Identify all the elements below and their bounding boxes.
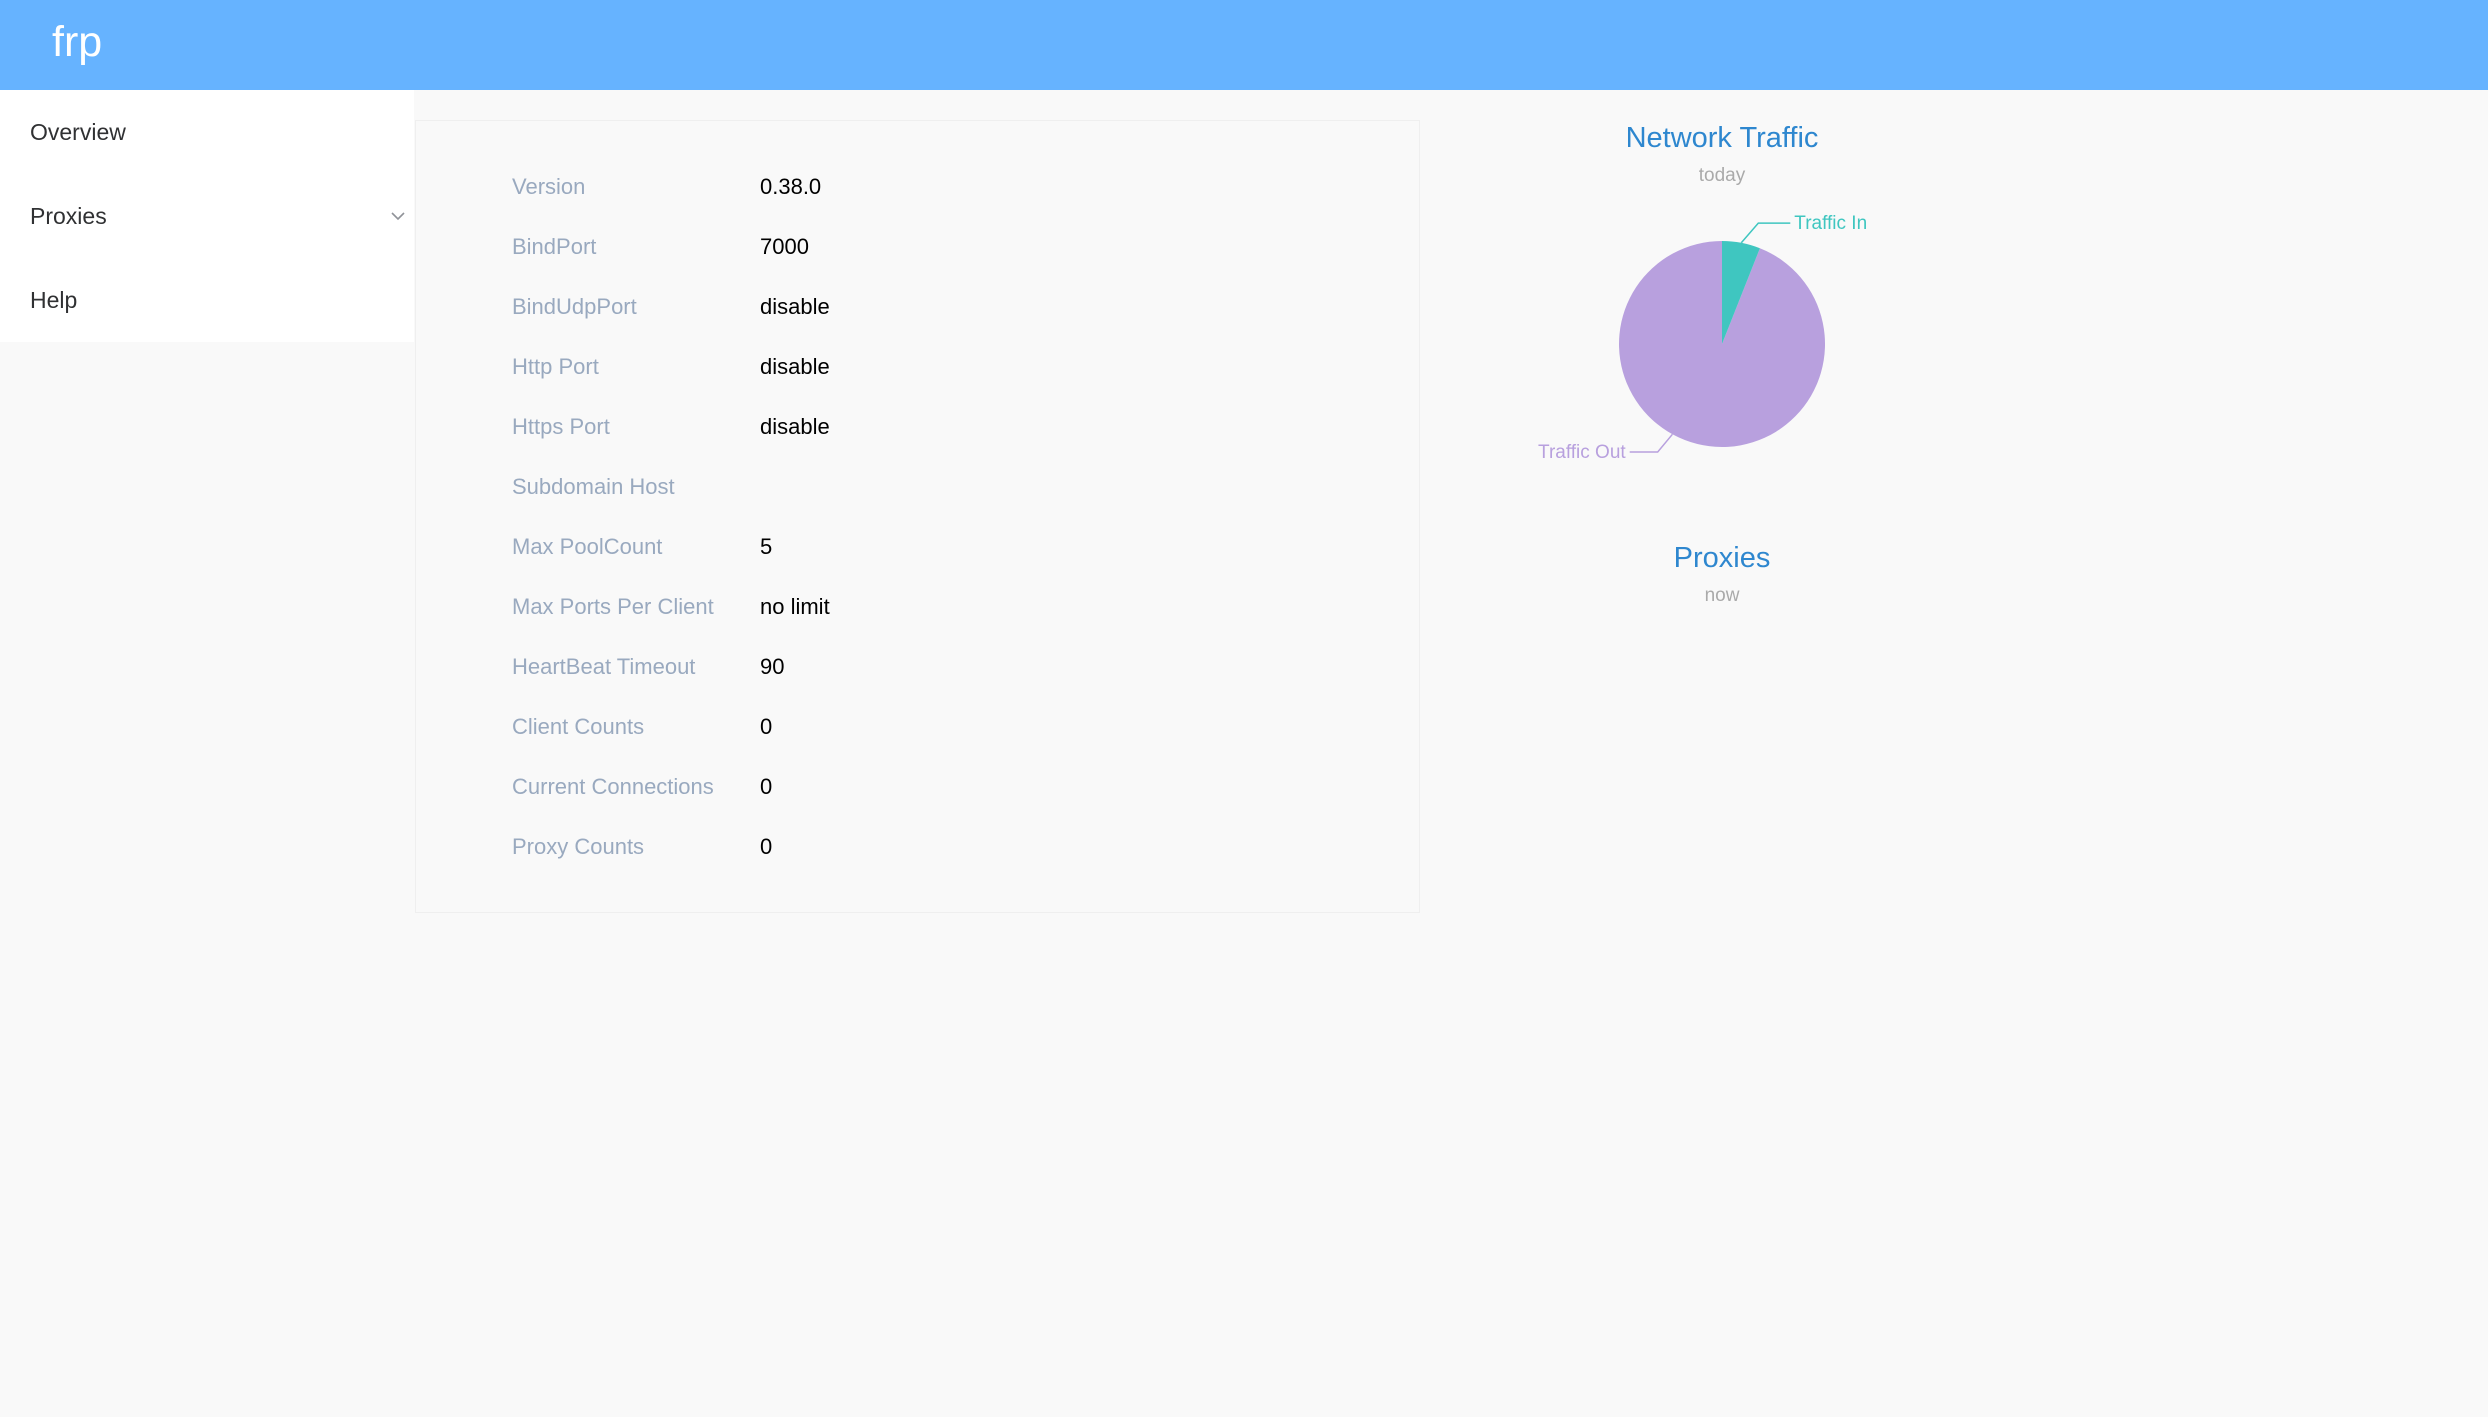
max-ports-per-client-value: no limit	[760, 594, 830, 619]
max-poolcount-value: 5	[760, 534, 773, 559]
label-line-traffic-out	[1629, 433, 1673, 453]
brand-logo[interactable]: frp	[52, 16, 102, 68]
heartbeat-timeout-label: HeartBeat Timeout	[512, 654, 696, 679]
proxy-counts-value: 0	[760, 834, 773, 859]
proxies-chart-title: Proxies	[1673, 542, 1771, 574]
sidebar-item-label: Help	[30, 287, 78, 313]
max-poolcount-label: Max PoolCount	[512, 534, 663, 559]
bindudpport-value: disable	[760, 294, 830, 319]
chevron-down-icon	[391, 212, 405, 221]
current-connections-value: 0	[760, 774, 773, 799]
label-line-traffic-in	[1740, 222, 1791, 244]
sidebar-item-label: Proxies	[30, 203, 107, 229]
proxies-chart-subtitle: now	[1704, 585, 1740, 606]
http-port-label: Http Port	[512, 354, 599, 379]
bindport-value: 7000	[760, 234, 809, 259]
bindudpport-label: BindUdpPort	[512, 294, 637, 319]
client-counts-label: Client Counts	[512, 714, 645, 739]
https-port-label: Https Port	[512, 414, 610, 439]
sidebar-item-overview[interactable]: Overview	[30, 112, 390, 152]
bindport-label: BindPort	[512, 234, 597, 259]
max-ports-per-client-label: Max Ports Per Client	[512, 594, 714, 619]
pie-label-traffic-in: Traffic In	[1794, 213, 1867, 234]
sidebar-item-proxies[interactable]: Proxies	[30, 196, 405, 236]
client-counts-value: 0	[760, 714, 773, 739]
top-header: frp	[0, 0, 2488, 90]
traffic-chart-title: Network Traffic	[1625, 122, 1819, 154]
version-label: Version	[512, 174, 586, 199]
traffic-chart-subtitle: today	[1698, 165, 1746, 186]
version-value: 0.38.0	[760, 174, 822, 199]
pie-label-traffic-out: Traffic Out	[1538, 442, 1626, 463]
https-port-value: disable	[760, 414, 830, 439]
proxy-counts-label: Proxy Counts	[512, 834, 645, 859]
sidebar-item-help[interactable]: Help	[30, 280, 390, 320]
sidebar-menu: Overview Proxies Help	[0, 90, 414, 342]
traffic-pie-chart: Traffic In Traffic Out	[1538, 213, 1867, 463]
sidebar-item-label: Overview	[30, 119, 126, 145]
subdomain-host-label: Subdomain Host	[512, 474, 675, 499]
current-connections-label: Current Connections	[512, 774, 714, 799]
http-port-value: disable	[760, 354, 830, 379]
heartbeat-timeout-value: 90	[760, 654, 785, 679]
